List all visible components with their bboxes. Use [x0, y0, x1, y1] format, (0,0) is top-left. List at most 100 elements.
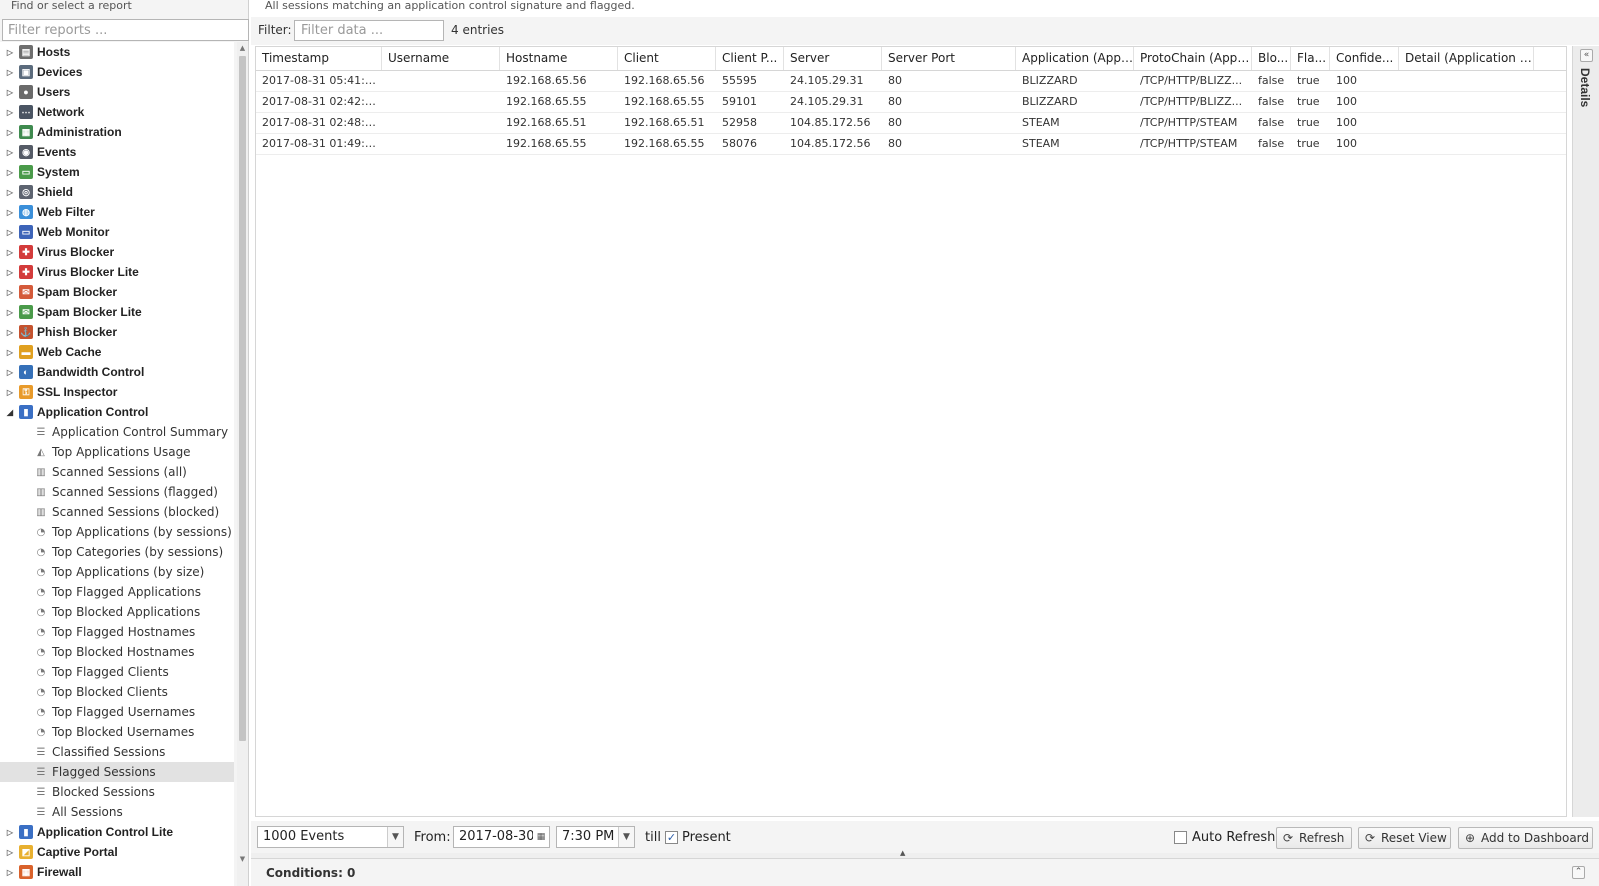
expand-icon[interactable]: ▷ — [3, 842, 17, 862]
tree-item-ssl-inspector[interactable]: ▷ ⚿ SSL Inspector — [0, 382, 234, 402]
tree-item-web-filter[interactable]: ▷ ◍ Web Filter — [0, 202, 234, 222]
report-item-flagged-sessions[interactable]: ☰ Flagged Sessions — [0, 762, 234, 782]
table-row[interactable]: 2017-08-31 02:48:2... 192.168.65.51 192.16… — [256, 113, 1566, 134]
tree-item-shield[interactable]: ▷ ◎ Shield — [0, 182, 234, 202]
tree-item-devices[interactable]: ▷ ▣ Devices — [0, 62, 234, 82]
expand-icon[interactable]: ▷ — [3, 322, 17, 342]
report-item-top-flagged-applications[interactable]: ◔ Top Flagged Applications — [0, 582, 234, 602]
tree-item-virus-blocker-lite[interactable]: ▷ ✚ Virus Blocker Lite — [0, 262, 234, 282]
column-header-client-p[interactable]: Client P... — [716, 47, 784, 70]
expand-icon[interactable]: ▷ — [3, 862, 17, 882]
conditions-bar[interactable]: Conditions: 0 ⌃ — [251, 858, 1599, 886]
expand-icon[interactable]: ▷ — [3, 282, 17, 302]
tree-item-web-cache[interactable]: ▷ ▬ Web Cache — [0, 342, 234, 362]
column-header-blo[interactable]: Blo... — [1252, 47, 1291, 70]
column-header-hostname[interactable]: Hostname — [500, 47, 618, 70]
tree-item-spam-blocker[interactable]: ▷ ✉ Spam Blocker — [0, 282, 234, 302]
expand-icon[interactable]: ▷ — [3, 122, 17, 142]
expand-icon[interactable]: ▷ — [3, 142, 17, 162]
expand-icon[interactable]: ▷ — [3, 822, 17, 842]
from-date-field[interactable]: 2017-08-30 ▦ — [453, 826, 550, 848]
report-item-top-blocked-usernames[interactable]: ◔ Top Blocked Usernames — [0, 722, 234, 742]
column-header-server[interactable]: Server — [784, 47, 882, 70]
expand-icon[interactable]: ▷ — [3, 222, 17, 242]
column-header-server-port[interactable]: Server Port — [882, 47, 1016, 70]
scroll-up-icon[interactable]: ▲ — [238, 43, 247, 53]
tree-item-application-control[interactable]: ◢ ▮ Application Control — [0, 402, 234, 422]
reset-view-button[interactable]: ⟳ Reset View — [1358, 827, 1451, 849]
tree-item-application-control-lite[interactable]: ▷ ▮ Application Control Lite — [0, 822, 234, 842]
column-header-application-appli[interactable]: Application (Appli... — [1016, 47, 1134, 70]
events-limit-select[interactable]: 1000 Events ▼ — [257, 826, 404, 848]
auto-refresh-label[interactable]: Auto Refresh — [1192, 830, 1275, 845]
report-item-scanned-sessions-blocked[interactable]: ▥ Scanned Sessions (blocked) — [0, 502, 234, 522]
tree-item-virus-blocker[interactable]: ▷ ✚ Virus Blocker — [0, 242, 234, 262]
chevron-down-icon[interactable]: ▼ — [387, 827, 403, 847]
expand-icon[interactable]: ▷ — [3, 42, 17, 62]
details-panel[interactable]: « Details — [1572, 46, 1599, 817]
expand-icon[interactable]: ▷ — [3, 202, 17, 222]
report-item-application-control-summary[interactable]: ☰ Application Control Summary — [0, 422, 234, 442]
details-label[interactable]: Details — [1578, 68, 1592, 107]
column-header-username[interactable]: Username — [382, 47, 500, 70]
expand-icon[interactable]: ▷ — [3, 262, 17, 282]
report-item-top-blocked-clients[interactable]: ◔ Top Blocked Clients — [0, 682, 234, 702]
column-header-timestamp[interactable]: Timestamp — [256, 47, 382, 70]
scroll-down-icon[interactable]: ▼ — [238, 854, 247, 864]
report-item-all-sessions[interactable]: ☰ All Sessions — [0, 802, 234, 822]
tree-item-users[interactable]: ▷ ● Users — [0, 82, 234, 102]
report-filter-input[interactable] — [2, 19, 249, 41]
tree-item-phish-blocker[interactable]: ▷ ⚓ Phish Blocker — [0, 322, 234, 342]
table-row[interactable]: 2017-08-31 01:49:4... 192.168.65.55 192.16… — [256, 134, 1566, 155]
auto-refresh-checkbox[interactable] — [1174, 831, 1187, 844]
expand-icon[interactable]: ▷ — [3, 342, 17, 362]
report-item-blocked-sessions[interactable]: ☰ Blocked Sessions — [0, 782, 234, 802]
report-item-scanned-sessions-all[interactable]: ▥ Scanned Sessions (all) — [0, 462, 234, 482]
collapse-arrow-icon[interactable]: ▲ — [900, 849, 905, 857]
column-header-confide[interactable]: Confide... — [1330, 47, 1399, 70]
report-item-top-blocked-applications[interactable]: ◔ Top Blocked Applications — [0, 602, 234, 622]
data-filter-input[interactable] — [294, 20, 444, 41]
expand-icon[interactable]: ▷ — [3, 302, 17, 322]
tree-item-firewall[interactable]: ▷ ▦ Firewall — [0, 862, 234, 882]
tree-item-hosts[interactable]: ▷ ▤ Hosts — [0, 42, 234, 62]
present-checkbox[interactable]: ✓ — [665, 831, 678, 844]
report-item-top-flagged-clients[interactable]: ◔ Top Flagged Clients — [0, 662, 234, 682]
tree-item-network[interactable]: ▷ ⋯ Network — [0, 102, 234, 122]
tree-item-administration[interactable]: ▷ ▦ Administration — [0, 122, 234, 142]
report-item-top-applications-usage[interactable]: ◭ Top Applications Usage — [0, 442, 234, 462]
expand-icon[interactable]: ▷ — [3, 82, 17, 102]
expand-icon[interactable]: ▷ — [3, 382, 17, 402]
from-time-select[interactable]: 7:30 PM ▼ — [556, 826, 635, 848]
add-to-dashboard-button[interactable]: ⊕ Add to Dashboard — [1458, 827, 1593, 849]
report-item-top-applications-by-size[interactable]: ◔ Top Applications (by size) — [0, 562, 234, 582]
tree-scroll-thumb[interactable] — [239, 56, 246, 741]
report-item-top-flagged-hostnames[interactable]: ◔ Top Flagged Hostnames — [0, 622, 234, 642]
table-row[interactable]: 2017-08-31 02:42:5... 192.168.65.55 192.16… — [256, 92, 1566, 113]
expand-icon[interactable]: ▷ — [3, 162, 17, 182]
report-item-top-blocked-hostnames[interactable]: ◔ Top Blocked Hostnames — [0, 642, 234, 662]
tree-item-system[interactable]: ▷ ▭ System — [0, 162, 234, 182]
report-item-top-applications-by-sessions[interactable]: ◔ Top Applications (by sessions) — [0, 522, 234, 542]
report-item-scanned-sessions-flagged[interactable]: ▥ Scanned Sessions (flagged) — [0, 482, 234, 502]
tree-scrollbar[interactable]: ▲ ▼ — [237, 42, 248, 886]
expand-icon[interactable]: ▷ — [3, 62, 17, 82]
present-label[interactable]: Present — [682, 830, 731, 845]
expand-icon[interactable]: ▷ — [3, 362, 17, 382]
expand-icon[interactable]: ▷ — [3, 182, 17, 202]
report-item-classified-sessions[interactable]: ☰ Classified Sessions — [0, 742, 234, 762]
tree-item-captive-portal[interactable]: ▷ ◩ Captive Portal — [0, 842, 234, 862]
column-header-detail-application-c[interactable]: Detail (Application C... — [1399, 47, 1534, 70]
expand-icon[interactable]: ▷ — [3, 242, 17, 262]
expand-conditions-icon[interactable]: ⌃ — [1572, 866, 1585, 879]
refresh-button[interactable]: ⟳ Refresh — [1276, 827, 1352, 849]
expand-icon[interactable]: ▷ — [3, 102, 17, 122]
calendar-icon[interactable]: ▦ — [533, 827, 549, 847]
report-item-top-flagged-usernames[interactable]: ◔ Top Flagged Usernames — [0, 702, 234, 722]
column-header-fla[interactable]: Fla... — [1291, 47, 1330, 70]
tree-item-events[interactable]: ▷ ◉ Events — [0, 142, 234, 162]
chevron-down-icon[interactable]: ▼ — [618, 827, 634, 847]
column-header-protochain-appli[interactable]: ProtoChain (Appli... — [1134, 47, 1252, 70]
table-row[interactable]: 2017-08-31 05:41:4... 192.168.65.56 192.16… — [256, 71, 1566, 92]
column-header-client[interactable]: Client — [618, 47, 716, 70]
